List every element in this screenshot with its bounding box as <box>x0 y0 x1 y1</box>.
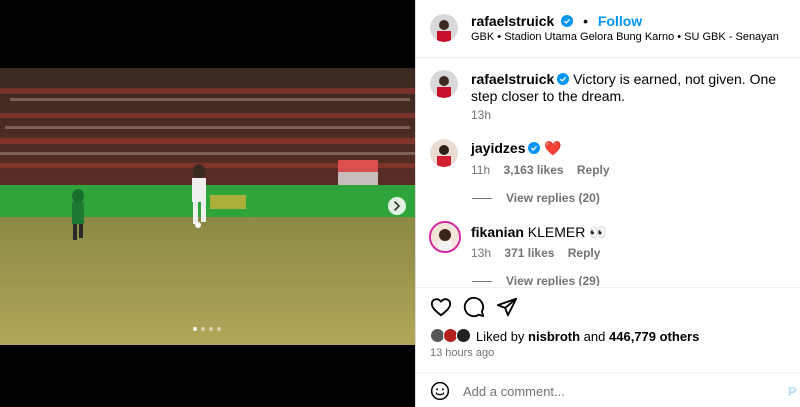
post-actions <box>416 287 800 322</box>
replies-divider <box>472 280 492 282</box>
share-button[interactable] <box>496 296 518 318</box>
comment-likes[interactable]: 3,163 likes <box>503 163 563 177</box>
view-replies-label: View replies (20) <box>506 191 600 205</box>
heart-outline-icon <box>430 298 452 317</box>
likes-prefix: Liked by <box>476 328 525 344</box>
comment-text-row: jayidzes ❤️ <box>471 140 562 157</box>
comment-input[interactable] <box>463 382 763 400</box>
paper-plane-icon <box>496 297 518 317</box>
comment-reply-button[interactable]: Reply <box>577 163 610 177</box>
follow-button[interactable]: Follow <box>598 13 642 29</box>
carousel-dot <box>217 327 221 331</box>
caption-text-block: rafaelstruick Victory is earned, not giv… <box>471 71 796 105</box>
post-timestamp[interactable]: 13 hours ago <box>430 347 494 359</box>
post-media <box>0 0 415 407</box>
comment-text: ❤️ <box>544 140 562 156</box>
author-avatar[interactable] <box>430 14 458 42</box>
chevron-right-icon <box>394 201 401 211</box>
author-username[interactable]: rafaelstruick <box>471 13 554 29</box>
likes-count[interactable]: 446,779 others <box>609 329 699 344</box>
verified-badge-icon <box>561 15 574 27</box>
commenter-avatar[interactable] <box>429 221 461 253</box>
add-comment-bar: P <box>416 372 800 407</box>
emoji-picker-button[interactable] <box>430 381 450 401</box>
separator-dot: • <box>583 13 588 29</box>
carousel-dot <box>193 327 197 331</box>
caption-time: 13h <box>471 108 492 122</box>
post-side-panel: rafaelstruick • Follow GBK • Stadion Uta… <box>415 0 800 407</box>
verified-badge-icon <box>528 142 541 154</box>
smiley-face-icon <box>430 381 450 401</box>
replies-divider <box>472 197 492 199</box>
like-button[interactable] <box>430 296 452 318</box>
carousel-dot <box>201 327 205 331</box>
likes-summary: Liked by nisbroth and 446,779 others <box>430 327 699 345</box>
speech-bubble-icon <box>463 296 485 318</box>
commenter-username[interactable]: jayidzes <box>471 140 525 156</box>
caption-author-avatar[interactable] <box>430 70 458 98</box>
comment-time: 13h <box>471 246 492 260</box>
football-match-photo <box>0 68 415 345</box>
comment-likes[interactable]: 371 likes <box>504 246 554 260</box>
view-replies-button[interactable]: View replies (29) <box>472 274 600 286</box>
comment-meta: 13h 371 likes Reply <box>471 246 610 260</box>
comment-time: 11h <box>471 163 491 177</box>
post-header: rafaelstruick • Follow GBK • Stadion Uta… <box>416 0 800 58</box>
view-replies-label: View replies (29) <box>506 274 600 286</box>
comment-button[interactable] <box>463 296 485 318</box>
comment-reply-button[interactable]: Reply <box>568 246 601 260</box>
carousel-dot <box>209 327 213 331</box>
likes-joiner: and <box>583 328 606 344</box>
post-location[interactable]: GBK • Stadion Utama Gelora Bung Karno • … <box>471 31 779 43</box>
comment-text-row: fikanian KLEMER 👀 <box>471 224 607 241</box>
post-comment-button[interactable]: P <box>788 384 797 399</box>
view-replies-button[interactable]: View replies (20) <box>472 191 600 205</box>
comment-text: KLEMER 👀 <box>527 224 607 240</box>
header-title-row: rafaelstruick • Follow <box>471 13 642 29</box>
carousel-next-button[interactable] <box>388 197 406 215</box>
comments-scroll-clip: View replies (29) <box>416 272 800 286</box>
post-photo[interactable] <box>0 68 415 345</box>
commenter-username[interactable]: fikanian <box>471 224 524 240</box>
carousel-indicator <box>193 327 221 331</box>
verified-badge-icon <box>557 73 570 85</box>
commenter-avatar[interactable] <box>430 139 458 167</box>
liker-avatar <box>456 328 471 343</box>
liked-by-user[interactable]: nisbroth <box>528 329 580 344</box>
comment-meta: 11h 3,163 likes Reply <box>471 163 620 177</box>
caption-username[interactable]: rafaelstruick <box>471 71 554 87</box>
liker-avatars <box>430 328 474 344</box>
